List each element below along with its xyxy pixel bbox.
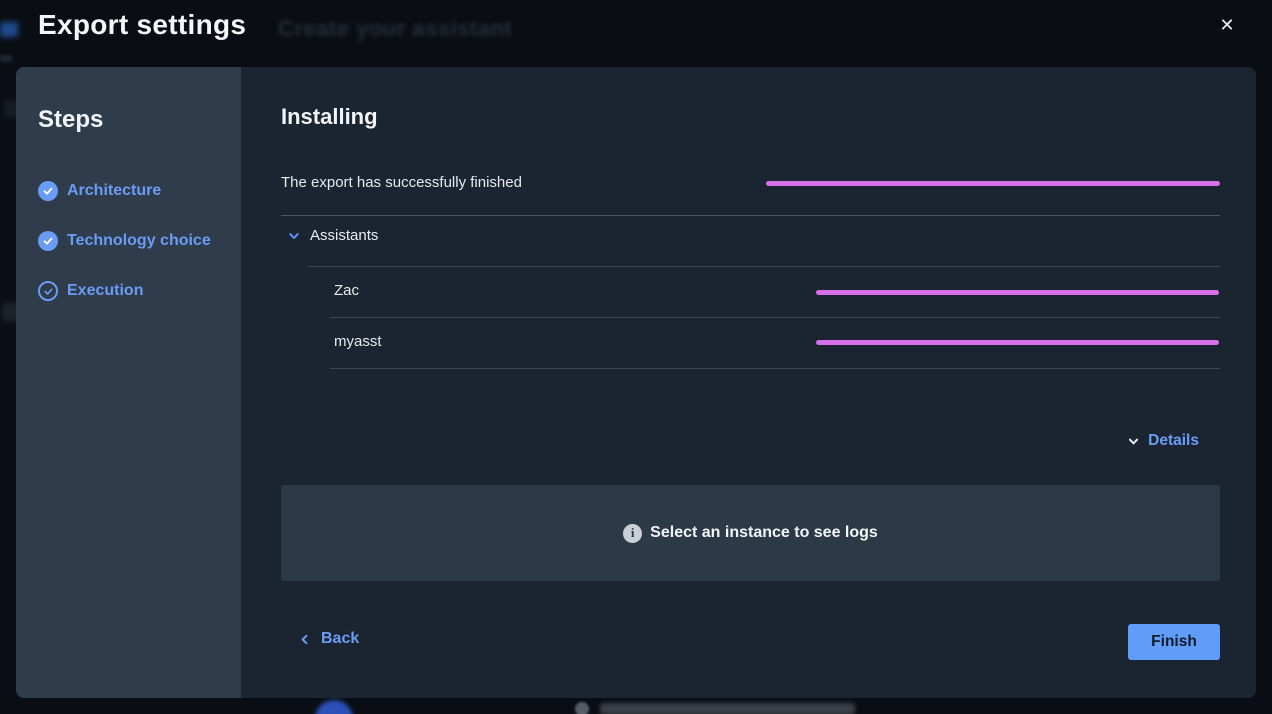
- details-toggle[interactable]: Details: [1127, 432, 1199, 450]
- assistant-progress-bar: [816, 340, 1219, 345]
- dialog-title: Export settings: [38, 9, 246, 41]
- step-label: Architecture: [67, 182, 161, 200]
- background-blur-shape: [0, 22, 18, 37]
- chevron-down-icon: [287, 229, 301, 243]
- check-circle-icon: [38, 231, 58, 251]
- assistant-row-name: myasst: [334, 333, 382, 350]
- background-blur-shape: [600, 703, 855, 714]
- background-page-title: Create your assistant: [278, 16, 512, 42]
- export-status-text: The export has successfully finished: [281, 174, 522, 191]
- wizard-main-content: Installing The export has successfully f…: [241, 67, 1256, 698]
- info-icon: i: [623, 524, 642, 543]
- steps-sidebar: Steps Architecture Technology choice Exe…: [16, 67, 241, 698]
- back-button[interactable]: Back: [298, 627, 359, 651]
- step-label: Execution: [67, 282, 143, 300]
- back-label: Back: [321, 630, 359, 648]
- step-label: Technology choice: [67, 232, 211, 250]
- step-architecture[interactable]: Architecture: [38, 179, 161, 203]
- page-title: Installing: [281, 104, 378, 130]
- background-blur-shape: [315, 700, 353, 714]
- check-circle-icon: [38, 181, 58, 201]
- assistant-row-name: Zac: [334, 282, 359, 299]
- divider: [307, 266, 1220, 267]
- divider: [281, 215, 1220, 216]
- finish-button[interactable]: Finish: [1128, 624, 1220, 660]
- export-settings-dialog: Steps Architecture Technology choice Exe…: [16, 67, 1256, 698]
- chevron-left-icon: [298, 633, 311, 646]
- divider: [330, 368, 1220, 369]
- assistant-progress-bar: [816, 290, 1219, 295]
- overall-progress-bar: [766, 181, 1220, 186]
- chevron-down-icon: [1127, 435, 1140, 448]
- logs-placeholder-text: Select an instance to see logs: [650, 524, 878, 542]
- assistants-group-label: Assistants: [310, 227, 378, 244]
- logs-placeholder-panel: i Select an instance to see logs: [281, 485, 1220, 581]
- background-blur-shape: [575, 702, 589, 714]
- divider: [330, 317, 1220, 318]
- check-circle-outline-icon: [38, 281, 58, 301]
- steps-heading: Steps: [38, 106, 103, 134]
- background-blur-shape: [0, 55, 12, 62]
- assistants-group-toggle[interactable]: Assistants: [287, 227, 378, 244]
- details-label: Details: [1148, 432, 1199, 450]
- step-execution[interactable]: Execution: [38, 279, 143, 303]
- step-technology-choice[interactable]: Technology choice: [38, 229, 211, 253]
- close-icon[interactable]: ✕: [1211, 9, 1243, 41]
